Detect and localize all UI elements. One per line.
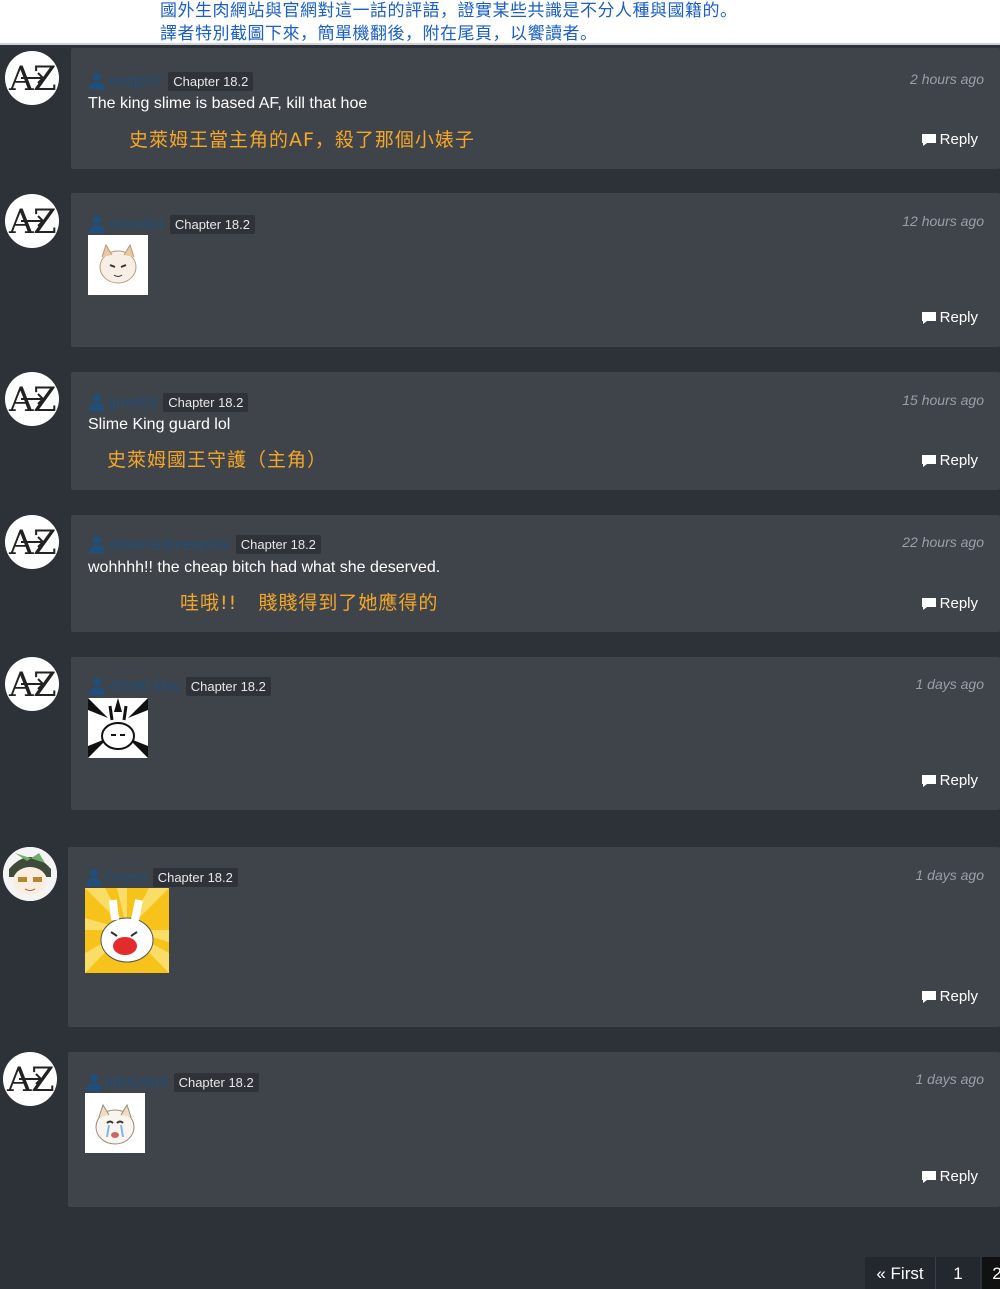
chapter-badge[interactable]: Chapter 18.2 bbox=[173, 1072, 259, 1092]
reply-label: Reply bbox=[939, 131, 978, 148]
translator-note-line-1: 國外生肉網站與官網對這一話的評語，證實某些共識是不分人種與國籍的。 bbox=[160, 1, 738, 21]
username-link[interactable]: Ansj027 bbox=[108, 73, 162, 90]
chapter-badge[interactable]: Chapter 18.2 bbox=[169, 214, 256, 234]
chapter-badge[interactable]: Chapter 18.2 bbox=[168, 71, 254, 91]
comment-card: gnx903 Chapter 18.2 15 hours ago Slime K… bbox=[71, 372, 1000, 490]
first-page-button[interactable]: « First bbox=[865, 1257, 935, 1289]
comment-card: mismi94 Chapter 18.2 12 hours ago Reply bbox=[71, 193, 1000, 347]
reply-label: Reply bbox=[939, 595, 978, 612]
comment-bubble-icon bbox=[921, 597, 936, 610]
reply-button[interactable]: Reply bbox=[921, 595, 978, 612]
comment-bubble-icon bbox=[921, 1170, 936, 1183]
username-link[interactable]: bf842903 bbox=[105, 1074, 168, 1091]
comment-card: 45080 kkw Chapter 18.2 1 days ago Reply bbox=[71, 657, 1000, 810]
comment-text: The king slime is based AF, kill that ho… bbox=[88, 95, 368, 112]
translation-text: 史萊姆國王守護（主角） bbox=[107, 449, 328, 471]
username-link[interactable]: 45080 kkw bbox=[108, 678, 180, 695]
comment-text: wohhhh!! the cheap bitch had what she de… bbox=[88, 559, 441, 576]
user-icon bbox=[89, 678, 105, 695]
timestamp: 15 hours ago bbox=[902, 392, 984, 408]
chapter-badge[interactable]: Chapter 18.2 bbox=[235, 534, 321, 554]
user-icon bbox=[89, 73, 105, 90]
reply-button[interactable]: Reply bbox=[921, 1168, 978, 1185]
chapter-badge[interactable]: Chapter 18.2 bbox=[185, 676, 271, 696]
rabbit-sticker-image bbox=[88, 698, 148, 758]
reply-button[interactable]: Reply bbox=[921, 452, 978, 469]
az-avatar[interactable]: AZ bbox=[5, 194, 59, 248]
reply-button[interactable]: Reply bbox=[921, 309, 978, 326]
user-icon bbox=[89, 216, 105, 233]
current-page[interactable]: 2 bbox=[982, 1257, 1000, 1289]
translation-text: 史萊姆王當主角的AF，殺了那個小婊子 bbox=[129, 129, 475, 151]
comment-bubble-icon bbox=[921, 311, 936, 324]
username-link[interactable]: Green bbox=[105, 869, 147, 886]
reply-label: Reply bbox=[939, 988, 978, 1005]
timestamp: 22 hours ago bbox=[902, 534, 984, 550]
comment-bubble-icon bbox=[921, 133, 936, 146]
translation-text: 哇哦!! 賤賤得到了她應得的 bbox=[180, 592, 439, 614]
reply-button[interactable]: Reply bbox=[921, 131, 978, 148]
az-avatar[interactable]: AZ bbox=[5, 515, 59, 569]
cat-sticker-image bbox=[88, 235, 148, 295]
chapter-badge[interactable]: Chapter 18.2 bbox=[152, 867, 238, 887]
page-1-button[interactable]: 1 bbox=[935, 1257, 980, 1289]
timestamp: 1 days ago bbox=[915, 1071, 985, 1087]
az-avatar[interactable]: AZ bbox=[5, 657, 59, 711]
az-avatar[interactable]: AZ bbox=[3, 1052, 57, 1106]
timestamp: 12 hours ago bbox=[902, 213, 984, 229]
az-avatar[interactable]: AZ bbox=[5, 51, 59, 105]
timestamp: 2 hours ago bbox=[910, 71, 984, 87]
username-link[interactable]: observedorenpixiv bbox=[108, 536, 230, 553]
username-link[interactable]: gnx903 bbox=[108, 394, 157, 411]
comment-card: observedorenpixiv Chapter 18.2 22 hours … bbox=[71, 515, 1000, 632]
reply-label: Reply bbox=[939, 1168, 978, 1185]
timestamp: 1 days ago bbox=[915, 676, 985, 692]
username-link[interactable]: mismi94 bbox=[108, 216, 164, 233]
user-icon bbox=[89, 536, 105, 553]
translator-note-line-2: 譯者特別截圖下來，簡單機翻後，附在尾頁，以饗讀者。 bbox=[160, 24, 598, 44]
reply-label: Reply bbox=[939, 772, 978, 789]
pagination: « First 1 2 bbox=[865, 1257, 1000, 1289]
timestamp: 1 days ago bbox=[915, 867, 985, 883]
comment-card: bf842903 Chapter 18.2 1 days ago Reply bbox=[68, 1052, 1000, 1207]
chapter-badge[interactable]: Chapter 18.2 bbox=[163, 392, 249, 412]
reply-label: Reply bbox=[939, 452, 978, 469]
comment-bubble-icon bbox=[921, 990, 936, 1003]
comment-card: Green Chapter 18.2 1 days ago Reply bbox=[68, 847, 1000, 1027]
crying-cat-sticker-image bbox=[85, 1093, 145, 1153]
reply-button[interactable]: Reply bbox=[921, 772, 978, 789]
user-avatar[interactable] bbox=[3, 847, 57, 901]
az-avatar[interactable]: AZ bbox=[5, 372, 59, 426]
user-icon bbox=[86, 869, 102, 886]
comment-card: Ansj027 Chapter 18.2 2 hours ago The kin… bbox=[71, 48, 1000, 169]
user-icon bbox=[89, 394, 105, 411]
reply-label: Reply bbox=[939, 309, 978, 326]
reply-button[interactable]: Reply bbox=[921, 988, 978, 1005]
translator-note: 國外生肉網站與官網對這一話的評語，證實某些共識是不分人種與國籍的。 譯者特別截圖… bbox=[0, 0, 1000, 45]
user-icon bbox=[86, 1074, 102, 1091]
comment-bubble-icon bbox=[921, 774, 936, 787]
comment-bubble-icon bbox=[921, 454, 936, 467]
comment-text: Slime King guard lol bbox=[88, 416, 231, 433]
rabbit-shout-sticker-image bbox=[85, 888, 169, 973]
